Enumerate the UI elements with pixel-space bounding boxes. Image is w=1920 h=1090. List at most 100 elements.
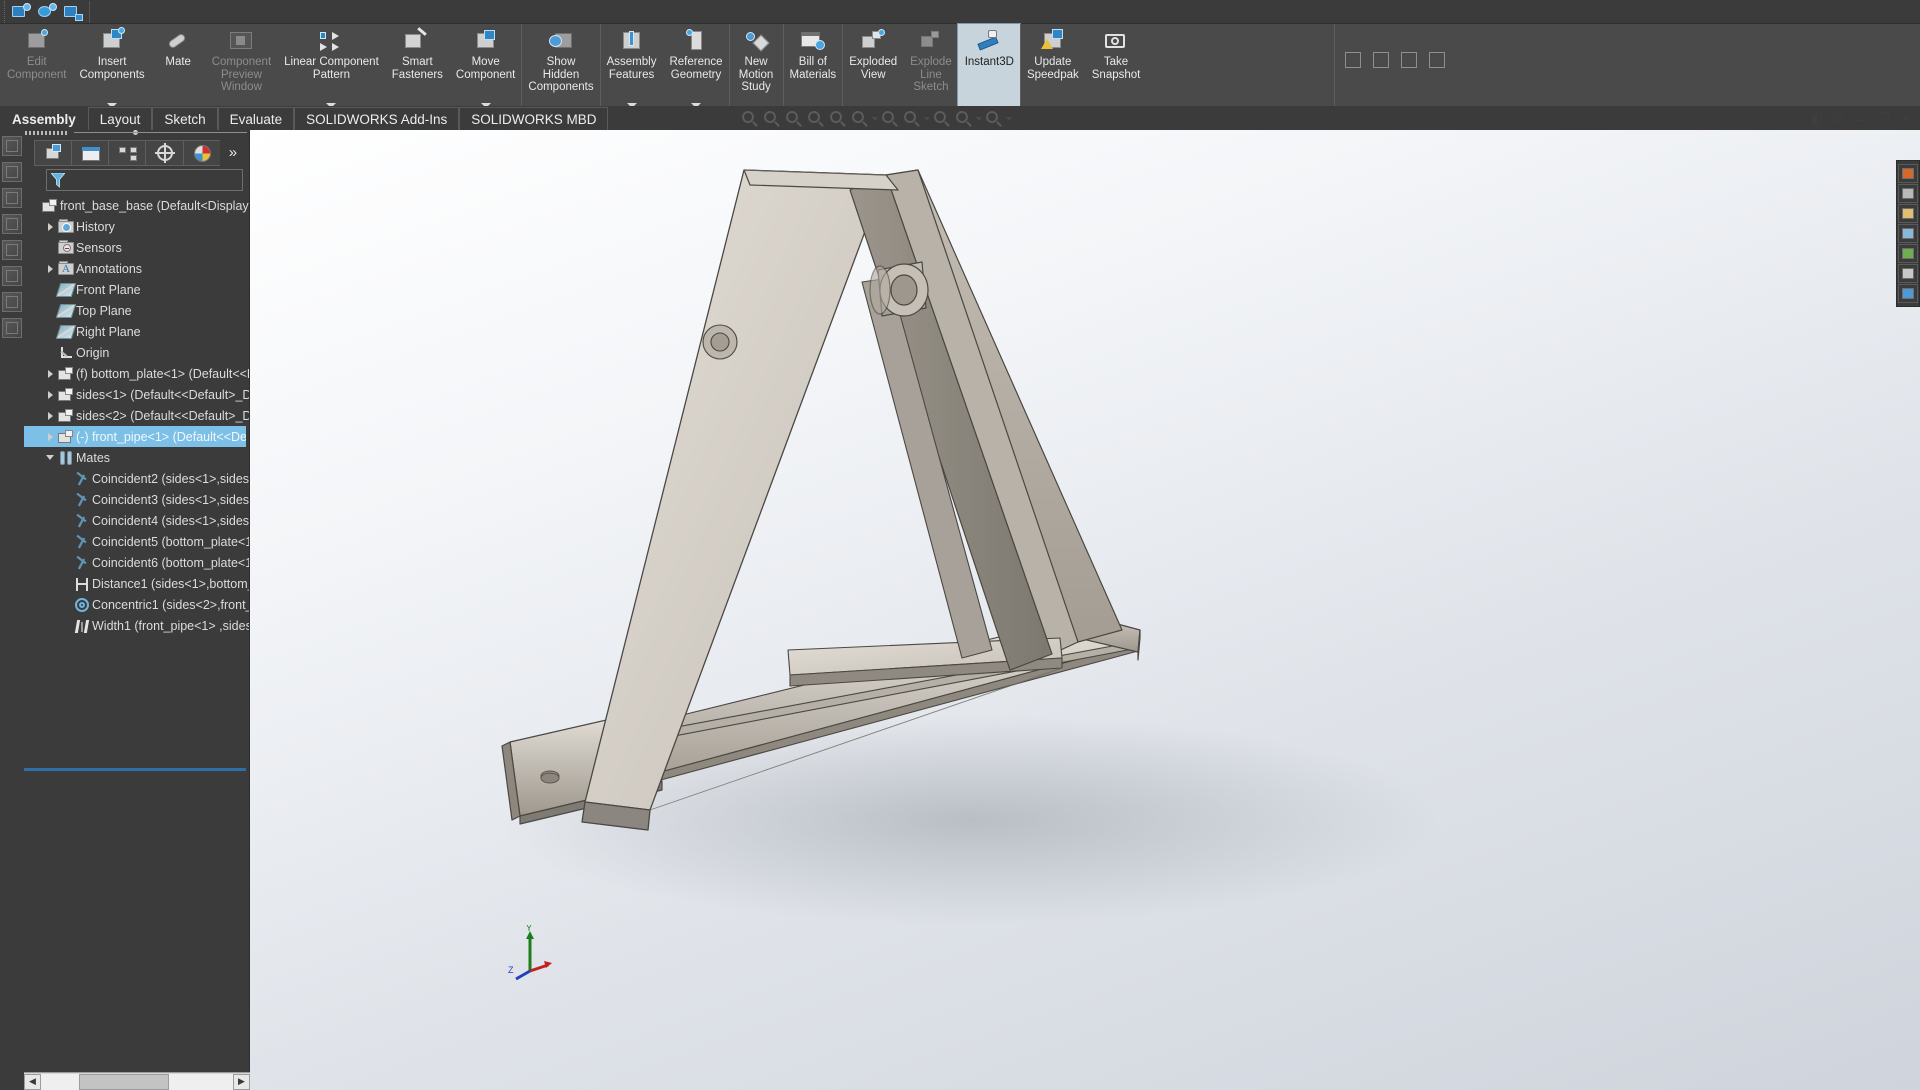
tree-item[interactable]: History <box>24 216 249 237</box>
feature-manager-tree-tab[interactable] <box>34 140 72 166</box>
tree-filter-input[interactable] <box>46 169 243 191</box>
ribbon-button-move-component[interactable]: Move Component <box>449 24 521 110</box>
panel-drag-handle[interactable] <box>24 130 249 138</box>
hide-show-items-icon[interactable] <box>880 109 900 129</box>
ribbon-button-instant3d[interactable]: Instant3D <box>956 23 1021 111</box>
rail-cube-icon-4[interactable] <box>2 214 22 234</box>
tree-item[interactable]: Concentric1 (sides<2>,front_pi <box>24 594 249 615</box>
tree-item[interactable]: (-) front_pipe<1> (Default<<Defau <box>24 426 246 447</box>
ribbon-button-linear-component-pattern[interactable]: Linear Component Pattern <box>277 24 385 110</box>
view-orientation-icon[interactable] <box>828 109 848 129</box>
view-toolbar-dropdown-caret[interactable] <box>924 117 930 121</box>
tree-item[interactable]: Coincident2 (sides<1>,sides<2 <box>24 468 249 489</box>
ribbon-overflow-icon[interactable] <box>1373 52 1389 68</box>
view-toolbar-dropdown-caret[interactable] <box>1006 117 1012 121</box>
design-library-icon[interactable] <box>1898 184 1918 203</box>
close-button[interactable]: ✕ <box>1901 111 1912 127</box>
rail-cube-icon-2[interactable] <box>2 162 22 182</box>
edit-appearance-icon[interactable] <box>902 109 922 129</box>
solidworks-forum-icon[interactable] <box>1898 284 1918 303</box>
more-tabs-button[interactable]: » <box>220 140 249 166</box>
restore-panel-button[interactable]: ⧉ <box>1834 111 1843 127</box>
ribbon-options-icon[interactable] <box>1401 52 1417 68</box>
tab-solidworks-mbd[interactable]: SOLIDWORKS MBD <box>459 107 609 130</box>
rail-cube-icon-3[interactable] <box>2 188 22 208</box>
ribbon-button-exploded-view[interactable]: Exploded View <box>842 24 903 110</box>
zoom-to-area-icon[interactable] <box>762 109 782 129</box>
new-document-icon[interactable] <box>11 2 31 22</box>
property-manager-tab[interactable] <box>71 140 109 166</box>
tree-item[interactable]: Coincident5 (bottom_plate<1> <box>24 531 249 552</box>
rail-cube-icon-5[interactable] <box>2 240 22 260</box>
custom-properties-icon[interactable] <box>1898 264 1918 283</box>
tree-item[interactable]: Coincident6 (bottom_plate<1> <box>24 552 249 573</box>
panel-pin-dot[interactable] <box>133 130 138 135</box>
display-style-icon[interactable] <box>850 109 870 129</box>
scroll-right-button[interactable]: ▶ <box>233 1073 250 1090</box>
file-explorer-icon[interactable] <box>1898 204 1918 223</box>
tree-item[interactable]: Coincident4 (sides<1>,sides<2 <box>24 510 249 531</box>
tree-twisty-expanded-icon[interactable] <box>44 455 56 460</box>
appearances-scenes-icon[interactable] <box>1898 244 1918 263</box>
save-document-icon[interactable] <box>63 2 83 22</box>
scroll-track[interactable] <box>41 1073 233 1090</box>
tree-item[interactable]: Right Plane <box>24 321 249 342</box>
rail-cube-icon-1[interactable] <box>2 136 22 156</box>
ribbon-button-new-motion-study[interactable]: New Motion Study <box>728 24 783 110</box>
tree-item[interactable]: Width1 (front_pipe<1> ,sides< <box>24 615 249 636</box>
section-view-icon[interactable] <box>806 109 826 129</box>
scroll-thumb[interactable] <box>79 1073 169 1090</box>
tree-item[interactable]: sides<2> (Default<<Default>_Displ <box>24 405 249 426</box>
tree-item[interactable]: Origin <box>24 342 249 363</box>
tab-evaluate[interactable]: Evaluate <box>217 107 295 130</box>
ribbon-button-take-snapshot[interactable]: Take Snapshot <box>1085 24 1147 110</box>
ribbon-button-insert-components[interactable]: Insert Components <box>72 24 150 110</box>
view-palette-icon[interactable] <box>1898 224 1918 243</box>
zoom-to-fit-icon[interactable] <box>740 109 760 129</box>
tree-horizontal-scrollbar[interactable]: ◀ ▶ <box>24 1072 250 1090</box>
tree-twisty-collapsed-icon[interactable] <box>44 222 56 231</box>
ribbon-button-update-speedpak[interactable]: Update Speedpak <box>1019 24 1085 110</box>
tree-item[interactable]: (f) bottom_plate<1> (Default<<Def <box>24 363 249 384</box>
pin-panel-button[interactable]: ◧ <box>1811 111 1823 127</box>
ribbon-help-icon[interactable] <box>1429 52 1445 68</box>
ribbon-button-assembly-features[interactable]: Assembly Features <box>599 24 663 110</box>
rail-cube-icon-7[interactable] <box>2 292 22 312</box>
view-toolbar-dropdown-caret[interactable] <box>872 117 878 121</box>
view-toolbar-dropdown-caret[interactable] <box>976 117 982 121</box>
graphics-viewport[interactable]: Y Z <box>250 130 1920 1090</box>
model-3d-view[interactable] <box>250 130 1920 1090</box>
tree-item[interactable]: Front Plane <box>24 279 249 300</box>
apply-scene-icon[interactable] <box>932 109 952 129</box>
solidworks-resources-icon[interactable] <box>1898 164 1918 183</box>
tree-item[interactable]: front_base_base (Default<Display State- <box>24 195 249 216</box>
tab-sketch[interactable]: Sketch <box>152 107 218 130</box>
tree-item[interactable]: Distance1 (sides<1>,bottom_pl <box>24 573 249 594</box>
tree-twisty-collapsed-icon[interactable] <box>44 264 56 273</box>
tree-twisty-collapsed-icon[interactable] <box>44 432 56 441</box>
rail-cube-icon-6[interactable] <box>2 266 22 286</box>
viewport-layout-icon[interactable] <box>984 109 1004 129</box>
minimize-button[interactable]: — <box>1854 112 1867 127</box>
tree-item[interactable]: Coincident3 (sides<1>,sides<2 <box>24 489 249 510</box>
tab-assembly[interactable]: Assembly <box>0 107 88 130</box>
dimxpert-manager-tab[interactable] <box>145 140 183 166</box>
tree-twisty-collapsed-icon[interactable] <box>44 390 56 399</box>
scroll-left-button[interactable]: ◀ <box>24 1073 41 1090</box>
tree-item[interactable]: A Annotations <box>24 258 249 279</box>
open-document-icon[interactable] <box>37 2 57 22</box>
ribbon-button-smart-fasteners[interactable]: Smart Fasteners <box>385 24 449 110</box>
ribbon-button-bill-of-materials[interactable]: Bill of Materials <box>782 24 843 110</box>
tree-item[interactable]: Mates <box>24 447 249 468</box>
ribbon-button-reference-geometry[interactable]: Reference Geometry <box>662 24 728 110</box>
ribbon-button-show-hidden-components[interactable]: Show Hidden Components <box>521 24 599 110</box>
tree-item[interactable]: Sensors <box>24 237 249 258</box>
tree-item[interactable]: sides<1> (Default<<Default>_Displ <box>24 384 249 405</box>
ribbon-button-mate[interactable]: Mate <box>151 24 205 110</box>
view-settings-icon[interactable] <box>954 109 974 129</box>
tree-twisty-collapsed-icon[interactable] <box>44 369 56 378</box>
search-commands-icon[interactable] <box>1345 52 1361 68</box>
maximize-button[interactable]: ❐ <box>1878 111 1890 127</box>
previous-view-icon[interactable] <box>784 109 804 129</box>
rail-cube-icon-8[interactable] <box>2 318 22 338</box>
